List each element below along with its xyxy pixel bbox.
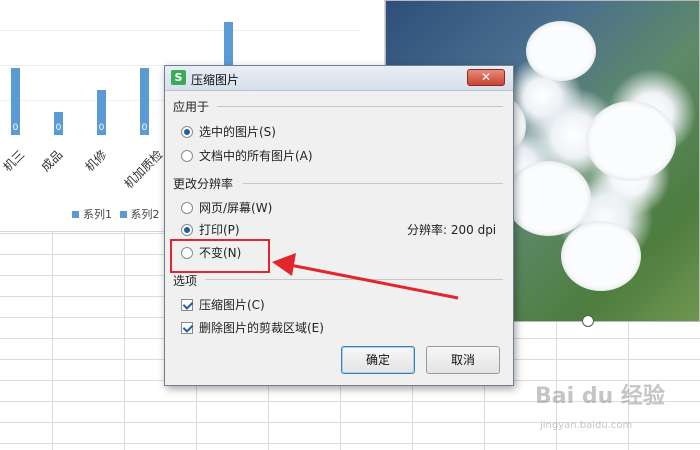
annotation-arrow-icon — [272, 253, 459, 300]
